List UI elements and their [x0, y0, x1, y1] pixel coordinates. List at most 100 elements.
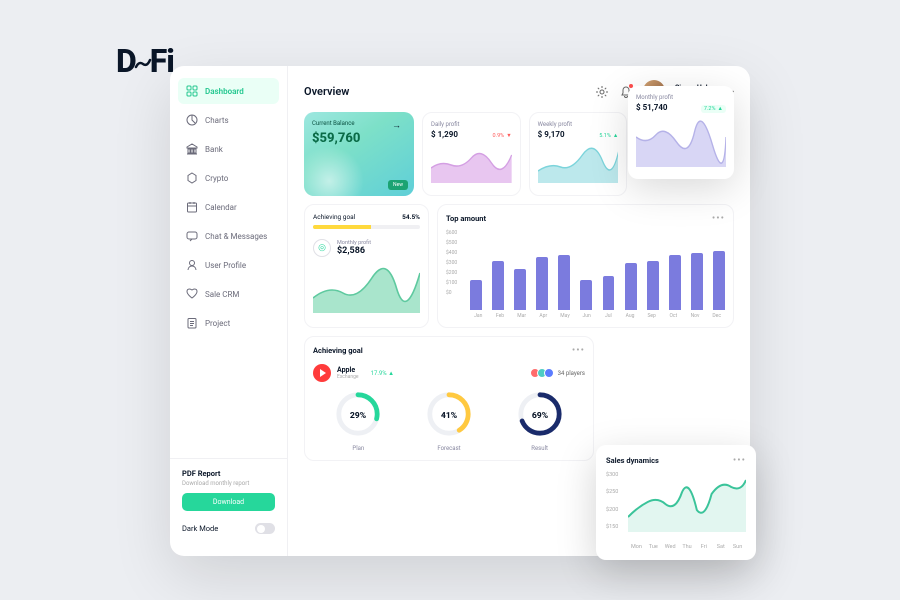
dashboard-icon [186, 85, 198, 97]
brand-logo: DFi [116, 42, 174, 80]
apple-name: Apple [337, 366, 359, 374]
bar[interactable] [492, 261, 504, 311]
bar[interactable] [536, 257, 548, 310]
goal-progress [313, 225, 420, 229]
sidebar-footer: PDF Report Download monthly report Downl… [170, 458, 287, 544]
donut-label: Forecast [425, 445, 473, 452]
sales-dynamics-card: Sales dynamics••• $300$250$200$150 MonTu… [596, 445, 756, 560]
nav-label: Dashboard [205, 87, 244, 96]
more-icon[interactable]: ••• [733, 455, 746, 466]
svg-text:69%: 69% [531, 411, 548, 421]
nav-label: Chat & Messages [205, 232, 267, 241]
bar-chart: $600$500$400$300$200$100$0 [446, 230, 725, 310]
calendar-icon [186, 201, 198, 213]
top-amount-card: Top amount ••• $600$500$400$300$200$100$0… [437, 204, 734, 328]
download-button[interactable]: Download [182, 493, 275, 511]
nav-dashboard[interactable]: Dashboard [178, 78, 279, 104]
more-icon[interactable]: ••• [712, 213, 725, 224]
nav: Dashboard Charts Bank Crypto Calendar Ch… [170, 78, 287, 458]
avatar-dot [544, 368, 554, 378]
achieving-goal-card: Achieving goal••• AppleExchange 17.9% ▲ … [304, 336, 594, 461]
bar[interactable] [713, 251, 725, 310]
pdf-report-title: PDF Report [182, 469, 275, 478]
goal-pct: 54.5% [402, 213, 420, 221]
donut-result: 69% Result [516, 390, 564, 452]
stat-label: Weekly profit [538, 121, 619, 128]
stat-value: $ 9,170 [538, 130, 565, 139]
bank-icon [186, 143, 198, 155]
stat-value: $ 51,740 [636, 103, 668, 112]
svg-text:29%: 29% [350, 411, 367, 421]
nav-user[interactable]: User Profile [178, 252, 279, 278]
mp-value: $2,586 [337, 246, 371, 256]
daily-sparkline [431, 143, 512, 183]
goal-sparkline [313, 263, 420, 313]
nav-chat[interactable]: Chat & Messages [178, 223, 279, 249]
nav-label: Crypto [205, 174, 228, 183]
stat-value: $ 1,290 [431, 130, 458, 139]
dark-mode-toggle[interactable] [255, 523, 275, 534]
nav-label: Sale CRM [205, 290, 239, 299]
page-title: Overview [304, 85, 349, 98]
more-icon[interactable]: ••• [572, 345, 585, 356]
apple-pct: 17.9% ▲ [371, 370, 395, 377]
user-icon [186, 259, 198, 271]
weekly-sparkline [538, 143, 619, 183]
crypto-icon [186, 172, 198, 184]
apple-sub: Exchange [337, 374, 359, 380]
nav-calendar[interactable]: Calendar [178, 194, 279, 220]
weekly-profit-card[interactable]: Weekly profit $ 9,1705.1% ▲ [529, 112, 628, 196]
pdf-report-subtitle: Download monthly report [182, 480, 275, 487]
clipboard-icon [186, 317, 198, 329]
monthly-profit-card[interactable]: Monthly profit $ 51,7407.2% ▲ [628, 86, 734, 179]
bar[interactable] [558, 255, 570, 310]
play-icon[interactable] [313, 364, 331, 382]
donut-label: Plan [334, 445, 382, 452]
nav-label: Charts [205, 116, 229, 125]
nav-sale[interactable]: Sale CRM [178, 281, 279, 307]
arrow-icon[interactable]: → [392, 120, 406, 134]
chart-icon [186, 114, 198, 126]
bar[interactable] [647, 261, 659, 311]
bar[interactable] [514, 269, 526, 310]
nav-label: User Profile [205, 261, 246, 270]
goal-card[interactable]: Achieving goal54.5% ◎ Monthly profit$2,5… [304, 204, 429, 328]
bar[interactable] [580, 280, 592, 310]
nav-bank[interactable]: Bank [178, 136, 279, 162]
bar[interactable] [603, 276, 615, 310]
nav-project[interactable]: Project [178, 310, 279, 336]
card-title: Top amount [446, 214, 486, 223]
player-count: 34 players [558, 370, 585, 377]
sales-line-chart: $300$250$200$150 [606, 472, 746, 542]
nav-charts[interactable]: Charts [178, 107, 279, 133]
donut-forecast: 41% Forecast [425, 390, 473, 452]
nav-label: Project [205, 319, 230, 328]
card-title: Achieving goal [313, 346, 363, 355]
sidebar: Dashboard Charts Bank Crypto Calendar Ch… [170, 66, 288, 556]
dark-mode-label: Dark Mode [182, 524, 218, 533]
new-badge: New [388, 180, 408, 190]
svg-text:41%: 41% [441, 411, 458, 421]
card-title: Sales dynamics [606, 456, 659, 465]
bar[interactable] [669, 255, 681, 310]
bar[interactable] [470, 280, 482, 310]
monthly-sparkline [636, 117, 726, 167]
players: 34 players [533, 368, 585, 378]
daily-profit-card[interactable]: Daily profit $ 1,290 0.9% ▼ [422, 112, 521, 196]
bar[interactable] [625, 263, 637, 310]
bar[interactable] [691, 253, 703, 310]
nav-crypto[interactable]: Crypto [178, 165, 279, 191]
goal-title: Achieving goal [313, 213, 355, 221]
heart-icon [186, 288, 198, 300]
stat-label: Monthly profit [636, 94, 726, 101]
nav-label: Bank [205, 145, 223, 154]
donut-label: Result [516, 445, 564, 452]
balance-card[interactable]: Current Balance $59,760 → New [304, 112, 414, 196]
dark-mode-row: Dark Mode [182, 523, 275, 534]
stat-label: Daily profit [431, 121, 512, 128]
settings-icon[interactable] [595, 84, 609, 98]
nav-label: Calendar [205, 203, 237, 212]
donut-plan: 29% Plan [334, 390, 382, 452]
chat-icon [186, 230, 198, 242]
stat-delta: 0.9% ▼ [493, 133, 512, 139]
